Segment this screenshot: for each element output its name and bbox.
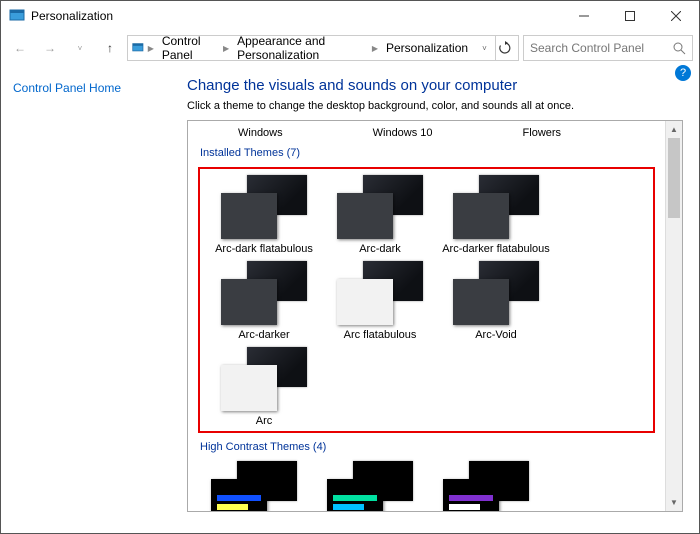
theme-item[interactable]: High Contrast #2 [314, 461, 426, 511]
theme-front-layer [327, 479, 383, 511]
theme-thumbnail [337, 261, 423, 325]
theme-item[interactable]: Arc-dark [324, 175, 436, 255]
chevron-right-icon[interactable]: ▶ [221, 44, 231, 53]
hc-color-bar [449, 504, 480, 510]
scroll-thumb[interactable] [668, 138, 680, 218]
theme-thumbnail [337, 175, 423, 239]
theme-front-layer [221, 193, 277, 239]
theme-item[interactable]: High Contrast #1 [198, 461, 310, 511]
theme-thumbnail [221, 347, 307, 411]
themes-panel: Windows Windows 10 Flowers Installed The… [187, 120, 683, 512]
theme-thumbnail [443, 461, 529, 511]
top-label[interactable]: Windows 10 [373, 127, 433, 139]
maximize-button[interactable] [607, 1, 653, 31]
theme-item[interactable]: Arc-dark flatabulous [208, 175, 320, 255]
chevron-right-icon[interactable]: ▶ [146, 44, 156, 53]
theme-front-layer [211, 479, 267, 511]
installed-themes-header: Installed Themes (7) [200, 147, 655, 159]
theme-thumbnail [453, 175, 539, 239]
high-contrast-header: High Contrast Themes (4) [200, 441, 655, 453]
window-title: Personalization [31, 9, 561, 23]
scroll-up-button[interactable]: ▲ [666, 121, 682, 138]
theme-item[interactable]: Arc flatabulous [324, 261, 436, 341]
sidebar: Control Panel Home [1, 65, 171, 533]
top-label[interactable]: Windows [238, 127, 283, 139]
crumb-2[interactable]: Personalization [382, 39, 472, 57]
search-placeholder: Search Control Panel [530, 41, 672, 55]
page-heading: Change the visuals and sounds on your co… [187, 77, 683, 94]
main-content: Change the visuals and sounds on your co… [171, 65, 699, 533]
theme-front-layer [221, 279, 277, 325]
close-button[interactable] [653, 1, 699, 31]
theme-thumbnail [221, 261, 307, 325]
search-input[interactable]: Search Control Panel [523, 35, 693, 61]
scroll-track[interactable] [666, 138, 682, 494]
crumb-0[interactable]: Control Panel [158, 32, 219, 64]
forward-button[interactable]: → [37, 35, 63, 61]
personalization-icon [132, 40, 144, 56]
crumb-1[interactable]: Appearance and Personalization [233, 32, 368, 64]
theme-label: Arc-dark [359, 243, 401, 255]
hc-color-bar [449, 495, 493, 501]
hc-color-bar [333, 504, 364, 510]
top-label[interactable]: Flowers [523, 127, 562, 139]
page-subtext: Click a theme to change the desktop back… [187, 100, 683, 112]
hc-color-bar [217, 495, 261, 501]
search-icon [672, 41, 686, 55]
theme-label: Arc-darker [238, 329, 289, 341]
top-theme-row: Windows Windows 10 Flowers [198, 127, 655, 139]
up-button[interactable]: ↑ [97, 35, 123, 61]
theme-thumbnail [211, 461, 297, 511]
back-button[interactable]: ← [7, 35, 33, 61]
hc-color-bar [217, 504, 248, 510]
theme-item[interactable]: Arc-darker flatabulous [440, 175, 552, 255]
theme-label: Arc-dark flatabulous [215, 243, 313, 255]
theme-front-layer [337, 279, 393, 325]
refresh-button[interactable] [495, 35, 514, 61]
hc-color-bar [333, 495, 377, 501]
theme-thumbnail [221, 175, 307, 239]
control-panel-home-link[interactable]: Control Panel Home [13, 81, 121, 95]
theme-thumbnail [453, 261, 539, 325]
help-button[interactable]: ? [675, 65, 691, 81]
minimize-button[interactable] [561, 1, 607, 31]
body: Control Panel Home Change the visuals an… [1, 65, 699, 533]
theme-front-layer [443, 479, 499, 511]
personalization-icon [9, 8, 25, 24]
theme-item[interactable]: High Contrast Black [430, 461, 542, 511]
theme-front-layer [221, 365, 277, 411]
address-bar: ← → ˅ ↑ ▶ Control Panel ▶ Appearance and… [1, 31, 699, 65]
theme-item[interactable]: Arc-Void [440, 261, 552, 341]
theme-label: Arc-darker flatabulous [442, 243, 550, 255]
breadcrumb-bar[interactable]: ▶ Control Panel ▶ Appearance and Persona… [127, 35, 519, 61]
theme-label: Arc flatabulous [344, 329, 417, 341]
highlighted-region: Arc-dark flatabulous Arc-dark Arc-darker… [198, 167, 655, 433]
address-dropdown[interactable]: ˅ [476, 44, 493, 53]
theme-item[interactable]: Arc [208, 347, 320, 427]
vertical-scrollbar[interactable]: ▲ ▼ [665, 121, 682, 511]
theme-thumbnail [327, 461, 413, 511]
chevron-right-icon[interactable]: ▶ [370, 44, 380, 53]
theme-front-layer [453, 279, 509, 325]
titlebar: Personalization [1, 1, 699, 31]
theme-front-layer [453, 193, 509, 239]
theme-item[interactable]: Arc-darker [208, 261, 320, 341]
theme-label: Arc [256, 415, 273, 427]
theme-label: Arc-Void [475, 329, 517, 341]
theme-front-layer [337, 193, 393, 239]
recent-dropdown[interactable]: ˅ [67, 35, 93, 61]
scroll-down-button[interactable]: ▼ [666, 494, 682, 511]
